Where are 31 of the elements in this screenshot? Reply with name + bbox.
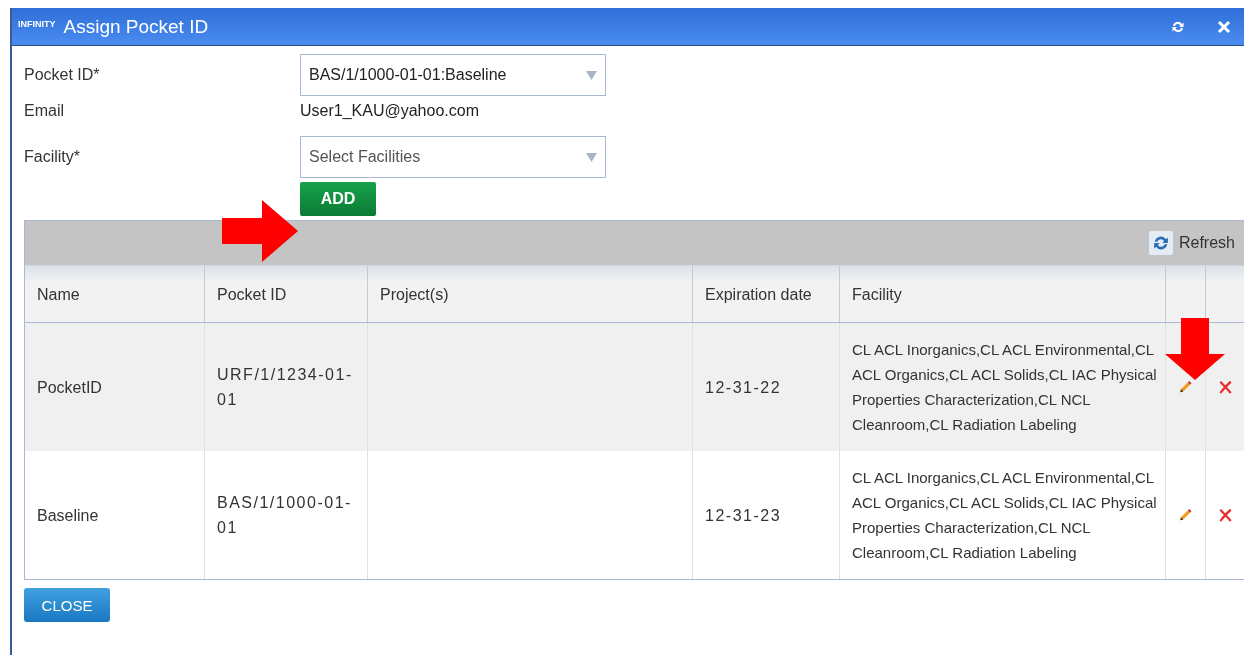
email-value: User1_KAU@yahoo.com: [300, 102, 479, 120]
column-header[interactable]: Project(s): [368, 266, 693, 322]
table-cell-text: URF/1/1234-01-01: [217, 365, 354, 410]
table-cell-text: BAS/1/1000-01-01: [217, 493, 353, 538]
table-cell-text: 12-31-23: [705, 505, 782, 526]
refresh-icon: [1148, 231, 1173, 255]
close-button[interactable]: CLOSE: [24, 588, 110, 622]
close-icon[interactable]: [1216, 18, 1232, 35]
arrow-right-icon: [222, 200, 298, 262]
refresh-button[interactable]: Refresh: [1148, 231, 1235, 255]
table-cell-text: PocketID: [37, 377, 102, 398]
add-button[interactable]: ADD: [300, 182, 376, 216]
column-header[interactable]: Facility: [840, 266, 1166, 322]
pocket-id-select[interactable]: BAS/1/1000-01-01:Baseline: [300, 54, 606, 96]
caret-icon: [586, 70, 597, 80]
field-label: Email: [24, 102, 65, 120]
window-title: Assign Pocket ID: [63, 15, 209, 38]
table-cell-text: CL ACL Inorganics,CL ACL Environmental,CL ACL Organics,CL ACL Solids,CL IAC Physical Properties Characterization,CL NCL Cleanroom,CL Radiation Labeling: [852, 340, 1157, 435]
brand-logo: INFINITY: [18, 18, 56, 29]
column-header[interactable]: Expiration date: [693, 266, 840, 322]
field-label: Facility*: [24, 148, 81, 166]
column-header[interactable]: Name: [25, 266, 205, 322]
facility-select[interactable]: Select Facilities: [300, 136, 606, 178]
table-cell-text: CL ACL Inorganics,CL ACL Environmental,CL ACL Organics,CL ACL Solids,CL IAC Physical Properties Characterization,CL NCL Cleanroom,CL Radiation Labeling: [852, 468, 1157, 563]
table-cell-text: Baseline: [37, 505, 99, 526]
table-row[interactable]: PocketID URF/1/1234-01-01 12-31-22 CL ACL Inorganics,CL ACL Environmental,CL ACL Organics,CL ACL Solids,CL IAC Physical Properties Characterization,CL NCL Cleanroom,CL Radiation Labeling: [25, 323, 1244, 451]
arrow-down-icon: [1165, 318, 1225, 380]
caret-icon: [586, 152, 597, 162]
table-cell-text: 12-31-22: [705, 377, 782, 398]
field-label: Pocket ID*: [24, 66, 101, 84]
column-header[interactable]: Pocket ID: [205, 266, 368, 322]
